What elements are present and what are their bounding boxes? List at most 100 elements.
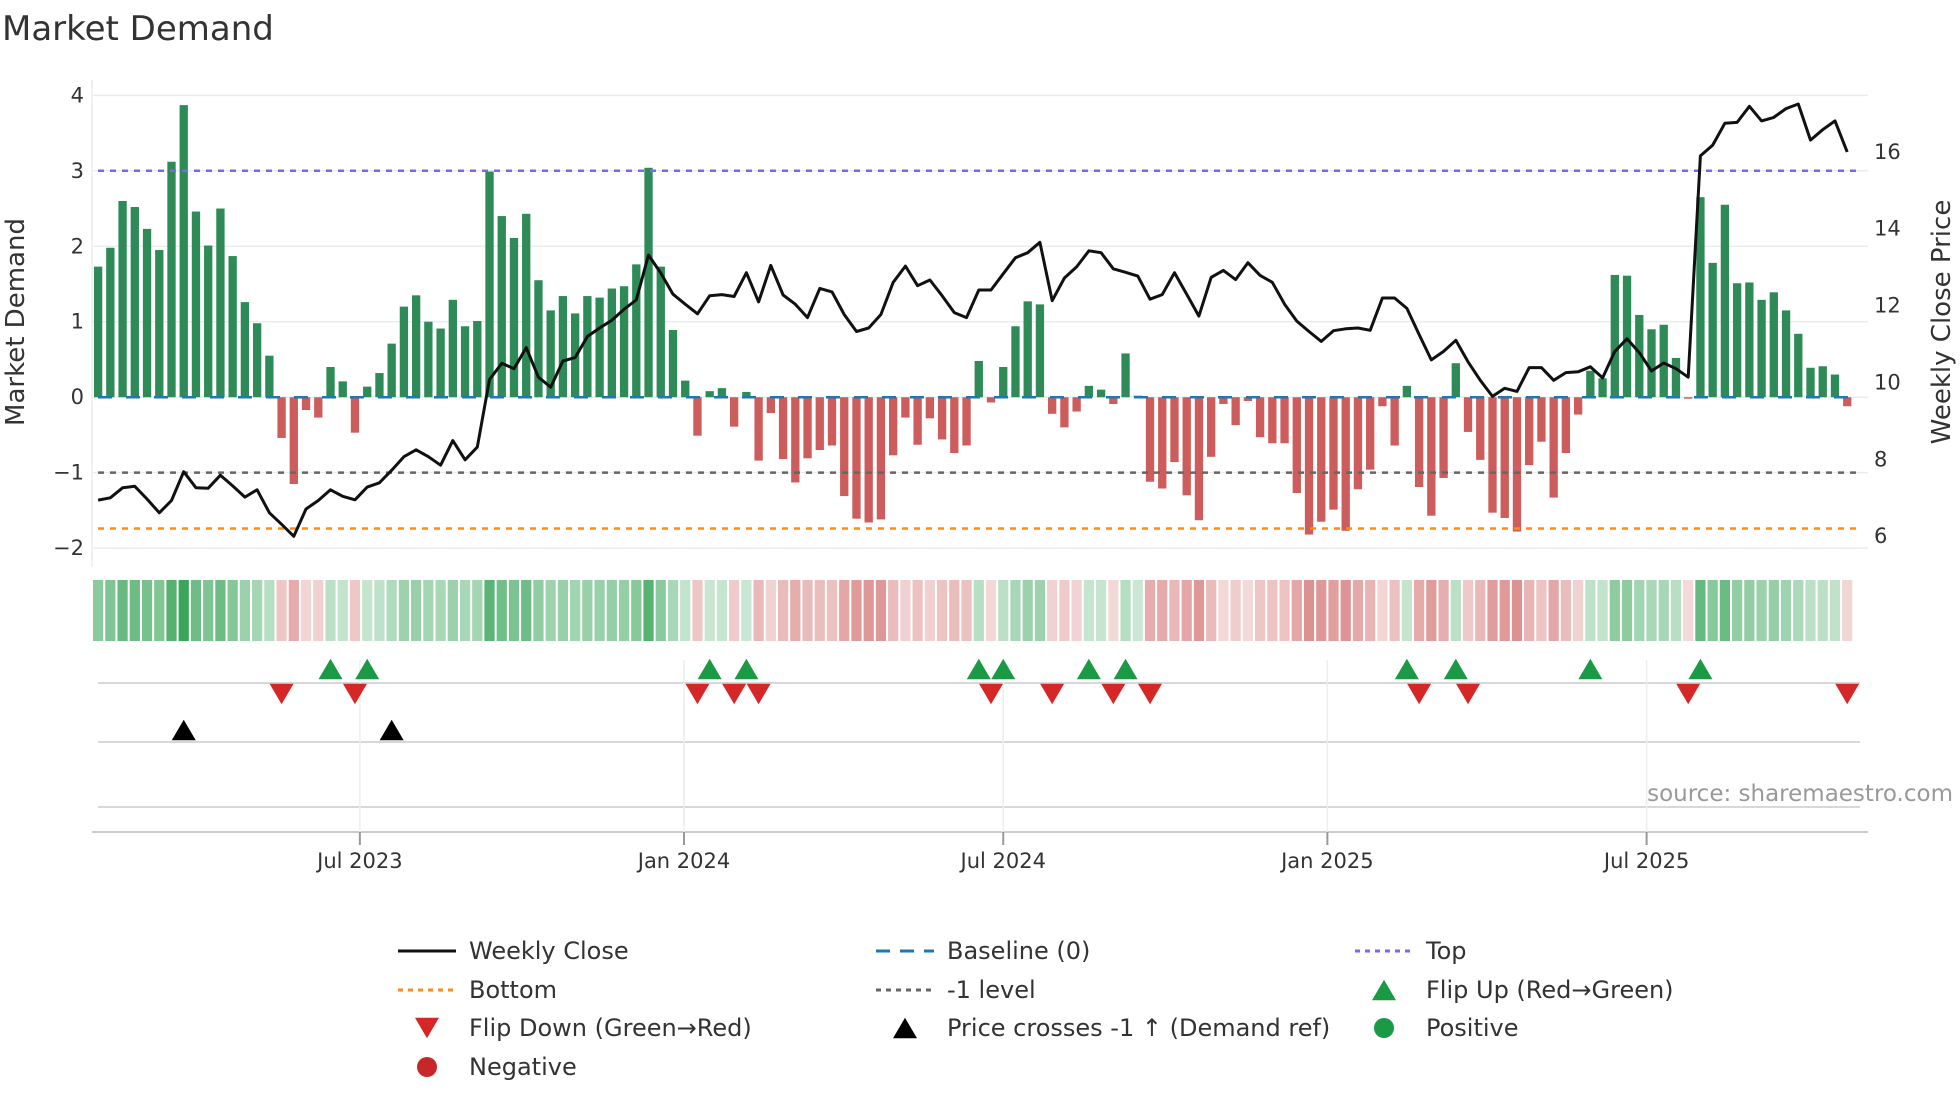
x-tick-label: Jul 2024 (959, 849, 1046, 873)
y2-tick-label: 8 (1874, 447, 1887, 471)
demand-bar-positive (974, 360, 983, 398)
demand-bar-positive (1659, 324, 1668, 398)
demand-bar-negative (1182, 397, 1191, 496)
demand-bar-positive (179, 105, 188, 398)
flip-down-marker (1138, 683, 1163, 705)
flip-down-marker (685, 683, 710, 705)
heat-cell-negative (1548, 580, 1559, 641)
heat-cell-positive (1719, 580, 1731, 641)
signal-markers: Jul 2023 Jan 2024 Jul 2024 Jan 2025 Jul 2025 (92, 658, 1868, 873)
heat-cell-negative (924, 580, 935, 641)
heat-cell-positive (93, 580, 104, 641)
heat-cell-negative (1267, 580, 1278, 641)
demand-bar-negative (314, 397, 323, 418)
demand-bar-negative (950, 397, 959, 454)
heat-cell-negative (1560, 580, 1571, 641)
demand-bar-negative (864, 397, 873, 523)
heat-cell-positive (1083, 580, 1094, 641)
demand-bar-negative (1280, 397, 1289, 444)
heat-cell-positive (117, 580, 128, 641)
demand-bar-negative (1561, 397, 1571, 454)
flip-up-marker (1076, 658, 1101, 680)
demand-bar-negative (1500, 397, 1509, 518)
demand-bar-negative (1341, 397, 1350, 531)
heat-cell-negative (802, 580, 813, 641)
heat-cell-positive (594, 580, 605, 641)
heat-cell-positive (337, 580, 348, 641)
demand-bar-positive (558, 296, 568, 398)
heat-cell-negative (875, 580, 887, 641)
demand-bar-negative (1366, 397, 1375, 470)
demand-bar-negative (289, 397, 298, 484)
heat-cell-positive (1120, 580, 1131, 641)
flip-down-marker (1676, 683, 1701, 705)
demand-bar-positive (240, 302, 250, 398)
demand-bar-positive (191, 211, 201, 398)
heat-cell-negative (1438, 580, 1449, 641)
demand-bar-negative (1573, 397, 1583, 415)
heat-cell-negative (1389, 580, 1400, 641)
demand-bar-positive (1402, 385, 1412, 398)
heat-cell-negative (1328, 580, 1339, 641)
heat-cell-positive (1010, 580, 1021, 641)
demand-bar-negative (791, 397, 800, 483)
flip-down-marker (1835, 683, 1860, 705)
demand-bar-negative (1145, 397, 1155, 482)
demand-bar-positive (668, 330, 678, 398)
demand-bar-positive (1671, 357, 1681, 398)
demand-bar-negative (1255, 397, 1265, 438)
chart-title: Market Demand (2, 9, 274, 49)
y-tick-label: 2 (71, 234, 84, 258)
heat-cell-negative (765, 580, 776, 641)
heat-cell-negative (1316, 580, 1327, 641)
demand-bar-negative (1048, 397, 1057, 414)
heat-cell-positive (129, 580, 140, 641)
demand-bar-positive (1011, 326, 1020, 398)
heat-cell-positive (362, 580, 373, 641)
demand-bar-positive (228, 256, 237, 398)
demand-bar-positive (1732, 283, 1742, 398)
demand-bar-negative (1268, 397, 1277, 444)
legend-symbol-negative (417, 1057, 437, 1077)
heat-cell-negative (753, 580, 764, 641)
demand-bar-negative (1537, 397, 1546, 442)
demand-bar-positive (497, 216, 506, 398)
heat-cell-positive (570, 580, 581, 641)
heat-cell-positive (1793, 580, 1804, 641)
flip-up-marker (1578, 658, 1603, 680)
heat-cell-positive (1585, 580, 1596, 641)
heat-cell-negative (1475, 580, 1486, 641)
legend-label-bottom: Bottom (469, 976, 557, 1004)
demand-bar-negative (1439, 397, 1448, 478)
heat-cell-positive (1621, 580, 1633, 641)
demand-bar-negative (888, 397, 898, 456)
heat-cell-positive (105, 580, 116, 641)
heat-cell-positive (227, 580, 238, 641)
demand-bar-positive (375, 373, 384, 398)
weekly-close-line (97, 102, 1849, 538)
heat-cell-positive (398, 580, 410, 641)
heat-cell-positive (606, 580, 617, 641)
demand-bar-negative (1390, 397, 1399, 446)
demand-bar-positive (1084, 385, 1094, 398)
heat-cell-positive (741, 580, 752, 641)
heat-cell-positive (459, 580, 471, 641)
demand-bar-positive (460, 326, 470, 398)
heat-cell-positive (178, 580, 189, 641)
heat-cell-positive (203, 580, 214, 641)
demand-bar-positive (473, 320, 482, 398)
heat-cell-positive (141, 580, 153, 641)
heat-cell-positive (435, 580, 446, 641)
demand-bar-negative (1329, 397, 1338, 510)
demand-bar-positive (1035, 304, 1045, 398)
source-label: source: sharemaestro.com (1647, 781, 1953, 807)
flip-down-marker (979, 683, 1004, 705)
demand-bar-positive (509, 237, 519, 398)
y2-axis-label: Weekly Close Price (1927, 200, 1957, 445)
heat-cell-negative (1071, 580, 1082, 641)
heat-cell-positive (1707, 580, 1718, 641)
flip-up-marker (991, 658, 1016, 680)
heat-cell-positive (655, 580, 666, 641)
flip-down-marker (1456, 683, 1481, 705)
demand-bar-negative (1843, 397, 1852, 407)
